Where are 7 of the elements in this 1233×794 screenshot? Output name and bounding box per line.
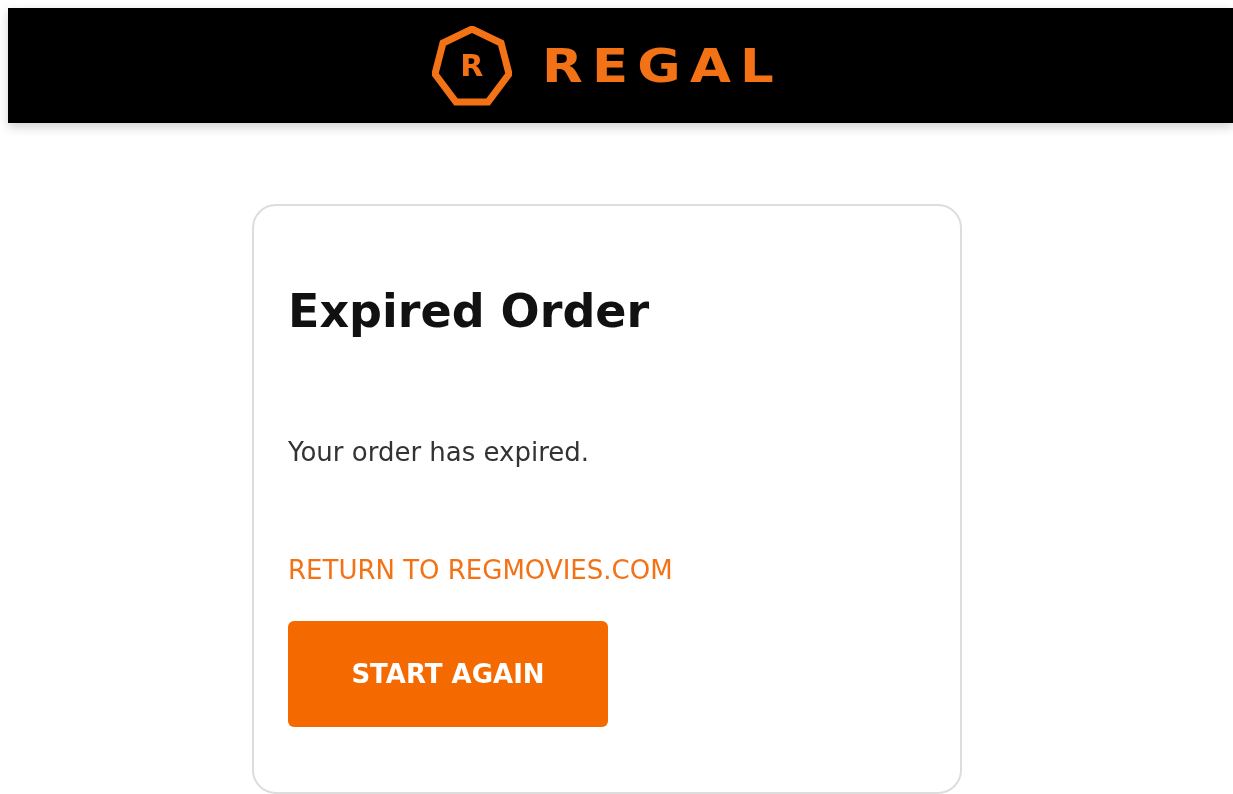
page-title: Expired Order bbox=[288, 284, 650, 340]
logo-letter: R bbox=[460, 50, 484, 81]
start-again-button[interactable]: START AGAIN bbox=[288, 621, 608, 728]
logo-text: REGAL bbox=[541, 42, 783, 89]
heptagon-icon bbox=[431, 25, 512, 106]
return-link[interactable]: RETURN TO REGMOVIES.COM bbox=[288, 555, 673, 586]
message-text: Your order has expired. bbox=[288, 437, 590, 468]
